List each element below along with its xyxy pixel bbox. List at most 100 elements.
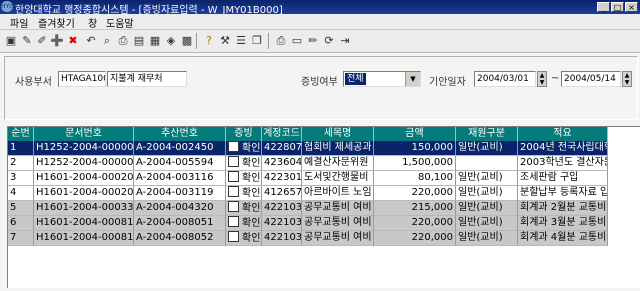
cell-item: 공무교통비 여비 [302,231,374,246]
refresh-icon[interactable]: ⟳ [322,34,336,48]
data-grid[interactable]: 순번 문서번호 추산번호 증빙 계정코드 세목명 금액 재원구분 적요 1 H1252-2004-… [7,126,640,288]
checkbox[interactable] [228,216,239,227]
cell-item: 도서및간행물비 [302,171,374,186]
column-header[interactable]: 계정코드 [262,127,302,141]
table-row[interactable]: 3H1601-2004-000206-0001A-2004-003116 확인42… [8,171,608,186]
table-row[interactable]: 4H1601-2004-000209-0001A-2004-003119 확인41… [8,186,608,201]
cell-item: 협회비 제세공과 [302,141,374,156]
proof-check-cell[interactable]: 확인 [226,216,262,231]
date-from-field[interactable]: 2004/03/01 [474,71,536,87]
column-header[interactable]: 적요 [518,127,608,141]
cell-est: A-2004-005594 [134,156,226,171]
cell-amount: 1,500,000 [374,156,456,171]
cell-acct: 422301 [262,171,302,186]
search-panel: 사용부서 HTAGA1002 지불계 재무처 증빙여부 전체 ▼ 기안일자 20… [4,56,638,120]
date-from-spinner[interactable]: ▲ ▼ [537,71,547,87]
cell-acct: 412657 [262,186,302,201]
window-controls: _ □ × [597,2,638,12]
cell-no: 4 [8,186,34,201]
find-icon[interactable]: ⌕ [100,34,114,48]
toolbar-separator [268,33,269,49]
proof-check-cell[interactable]: 확인 [226,156,262,171]
cell-doc: H1252-2004-000001-0001 [34,141,134,156]
proof-check-cell[interactable]: 확인 [226,201,262,216]
table-row[interactable]: 5H1601-2004-000331-0001A-2004-004320 확인42… [8,201,608,216]
printer-icon[interactable]: ⎙ [274,34,288,48]
save-icon[interactable]: ▩ [180,34,194,48]
proof-check-cell[interactable]: 확인 [226,231,262,246]
cell-acct: 423604 [262,156,302,171]
proof-check-cell[interactable]: 확인 [226,186,262,201]
cell-src [456,156,518,171]
cell-est: A-2004-008051 [134,216,226,231]
new-icon[interactable]: ▣ [4,34,18,48]
print-preview-icon[interactable]: ▤ [132,34,146,48]
pencil-icon[interactable]: ✏ [306,34,320,48]
copy-icon[interactable]: ❐ [250,34,264,48]
menu-file[interactable]: 파일 [10,15,28,30]
checkbox[interactable] [228,171,239,182]
cell-acct: 422103 [262,231,302,246]
column-header[interactable]: 세목명 [302,127,374,141]
cell-memo: 회계과 3월분 교통비 [518,216,608,231]
checkbox[interactable] [228,231,239,242]
checkbox[interactable] [228,201,239,212]
chevron-down-icon[interactable]: ▼ [405,72,420,86]
menu-favorites[interactable]: 즐겨찾기 [38,15,75,30]
checkbox[interactable] [228,141,239,152]
help-icon[interactable]: ? [202,34,216,48]
cell-amount: 80,100 [374,171,456,186]
menu-help[interactable]: 도움말 [106,15,134,30]
column-header[interactable]: 재원구분 [456,127,518,141]
minimize-icon[interactable]: _ [597,2,610,12]
report-icon[interactable]: ☰ [234,34,248,48]
column-header[interactable]: 금액 [374,127,456,141]
cell-no: 2 [8,156,34,171]
proof-check-cell[interactable]: 확인 [226,171,262,186]
checkbox[interactable] [228,186,239,197]
tag-icon[interactable]: ◈ [164,34,178,48]
delete-icon[interactable]: ✖ [66,34,80,48]
cell-item: 공무교통비 여비 [302,201,374,216]
cell-item: 공무교통비 여비 [302,216,374,231]
column-header[interactable]: 증빙 [226,127,262,141]
cell-src: 일반(교비) [456,141,518,156]
exit-icon[interactable]: ⇥ [338,34,352,48]
proof-combo[interactable]: 전체 ▼ [343,71,421,87]
window-icon[interactable]: ▭ [290,34,304,48]
check-label: 확인 [242,218,261,229]
edit-row-icon[interactable]: ✐ [35,34,49,48]
print-icon[interactable]: ⎙ [116,34,130,48]
column-header[interactable]: 문서번호 [34,127,134,141]
maximize-icon[interactable]: □ [611,2,624,12]
excel-icon[interactable]: ▦ [148,34,162,48]
cancel-icon[interactable]: ↶ [84,34,98,48]
cell-doc: H1601-2004-000209-0001 [34,186,134,201]
table-row[interactable]: 1H1252-2004-000001-0001A-2004-002450 확인42… [8,141,608,156]
cell-src: 일반(교비) [456,216,518,231]
edit-icon[interactable]: ✎ [20,34,34,48]
cell-item: 아르바이트 노임 [302,186,374,201]
close-icon[interactable]: × [625,2,638,12]
cell-doc: H1601-2004-000331-0001 [34,201,134,216]
table-row[interactable]: 7H1601-2004-000813-0001A-2004-008052 확인42… [8,231,608,246]
cell-src: 일반(교비) [456,171,518,186]
column-header[interactable]: 추산번호 [134,127,226,141]
cell-acct: 422807 [262,141,302,156]
cell-memo: 2004년 전국사립대학교 [518,141,608,156]
table-row[interactable]: 2H1252-2004-000002-0001A-2004-005594 확인42… [8,156,608,171]
cell-est: A-2004-003119 [134,186,226,201]
date-to-field[interactable]: 2004/05/14 [561,71,621,87]
tools-icon[interactable]: ⚒ [218,34,232,48]
insert-icon[interactable]: ➕ [50,34,64,48]
menu-window[interactable]: 창 [88,15,97,30]
checkbox[interactable] [228,156,239,167]
column-header[interactable]: 순번 [8,127,34,141]
cell-doc: H1601-2004-000206-0001 [34,171,134,186]
check-label: 확인 [242,158,261,169]
proof-check-cell[interactable]: 확인 [226,141,262,156]
dept-code-field[interactable]: HTAGA1002 [58,71,106,87]
date-to-spinner[interactable]: ▲ ▼ [622,71,632,87]
table-row[interactable]: 6H1601-2004-000812-0001A-2004-008051 확인42… [8,216,608,231]
dept-name-field[interactable]: 지불계 재무처 [107,71,187,87]
